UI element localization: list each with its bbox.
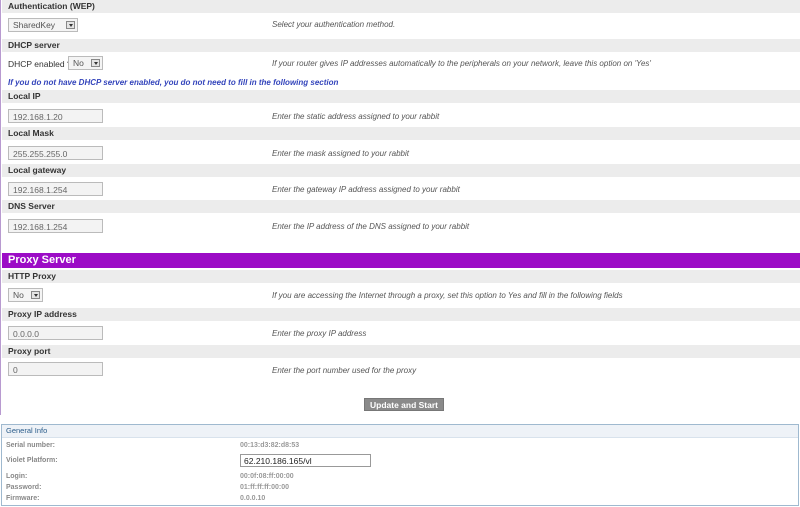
local-ip-input[interactable]: 192.168.1.20 [8, 109, 103, 123]
local-gateway-input[interactable]: 192.168.1.254 [8, 182, 103, 196]
password-label: Password: [6, 484, 42, 491]
proxy-port-input[interactable]: 0 [8, 362, 103, 376]
local-gateway-hint: Enter the gateway IP address assigned to… [272, 185, 460, 194]
auth-method-select[interactable]: SharedKey [8, 18, 78, 32]
dns-server-header: DNS Server [2, 200, 800, 213]
update-and-start-button[interactable]: Update and Start [364, 398, 444, 411]
auth-hint: Select your authentication method. [272, 20, 396, 29]
proxy-ip-header: Proxy IP address [2, 308, 800, 321]
http-proxy-value: No [13, 290, 24, 300]
local-ip-header: Local IP [2, 90, 800, 103]
http-proxy-header: HTTP Proxy [2, 270, 800, 283]
dhcp-hint: If your router gives IP addresses automa… [272, 59, 651, 68]
dns-server-hint: Enter the IP address of the DNS assigned… [272, 222, 470, 231]
proxy-ip-hint: Enter the proxy IP address [272, 329, 367, 338]
local-mask-header: Local Mask [2, 127, 800, 140]
violet-platform-input[interactable]: 62.210.186.165/vl [240, 454, 371, 467]
chevron-down-icon[interactable] [31, 291, 40, 299]
dhcp-enabled-select[interactable]: No [68, 56, 103, 70]
network-settings-form: Authentication (WEP) SharedKey Select yo… [0, 0, 800, 415]
login-value: 00:0f:08:ff:00:00 [240, 473, 294, 480]
chevron-down-icon[interactable] [66, 21, 75, 29]
general-info-panel: General Info Serial number: 00:13:d3:82:… [1, 424, 799, 506]
login-label: Login: [6, 473, 28, 480]
dns-server-input[interactable]: 192.168.1.254 [8, 219, 103, 233]
local-ip-hint: Enter the static address assigned to you… [272, 112, 440, 121]
chevron-down-icon[interactable] [91, 59, 100, 67]
local-gateway-header: Local gateway [2, 164, 800, 177]
dhcp-section-header: DHCP server [2, 39, 800, 52]
dhcp-enabled-value: No [73, 58, 84, 68]
firmware-label: Firmware: [6, 495, 40, 502]
serial-number-value: 00:13:d3:82:d8:53 [240, 442, 300, 449]
http-proxy-hint: If you are accessing the Internet throug… [272, 291, 623, 300]
proxy-server-banner: Proxy Server [2, 253, 800, 268]
firmware-value: 0.0.0.10 [240, 495, 266, 502]
proxy-ip-input[interactable]: 0.0.0.0 [8, 326, 103, 340]
violet-platform-label: Violet Platform: [6, 457, 58, 464]
proxy-port-hint: Enter the port number used for the proxy [272, 366, 417, 375]
general-info-title: General Info [2, 425, 798, 438]
local-mask-input[interactable]: 255.255.255.0 [8, 146, 103, 160]
auth-section-header: Authentication (WEP) [2, 0, 800, 13]
serial-number-label: Serial number: [6, 442, 56, 449]
http-proxy-select[interactable]: No [8, 288, 43, 302]
auth-method-value: SharedKey [13, 20, 56, 30]
local-mask-hint: Enter the mask assigned to your rabbit [272, 149, 409, 158]
dhcp-enabled-label: DHCP enabled ? [8, 59, 72, 69]
password-value: 01:ff:ff:ff:00:00 [240, 484, 289, 491]
proxy-port-header: Proxy port [2, 345, 800, 358]
dhcp-note: If you do not have DHCP server enabled, … [8, 78, 339, 87]
